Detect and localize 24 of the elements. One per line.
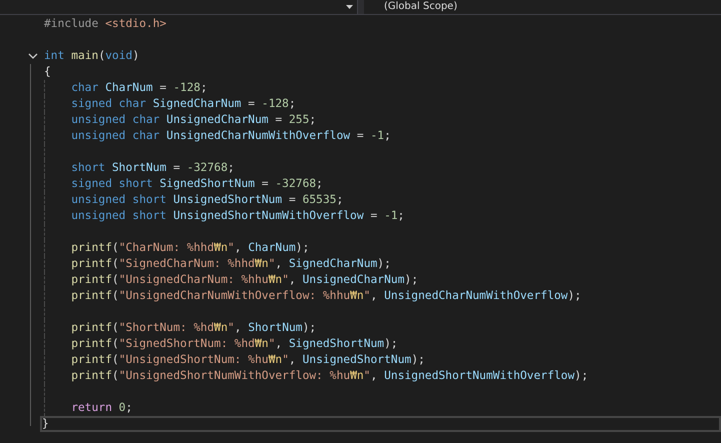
code-line: int main(void) <box>44 49 140 63</box>
code-line: } <box>42 417 49 431</box>
code-line: { <box>44 65 51 79</box>
code-line: unsigned char UnsignedCharNumWithOverflow = -1; <box>71 129 391 143</box>
caret-icon <box>346 5 353 9</box>
code-line: printf("UnsignedShortNumWithOverflow: %hu₩n", UnsignedShortNumWithOverflow); <box>71 369 588 383</box>
code-line: unsigned short UnsignedShortNum = 65535; <box>71 193 344 207</box>
code-line: signed char SignedCharNum = -128; <box>71 97 296 111</box>
code-line: printf("CharNum: %hhd₩n", CharNum); <box>71 241 310 255</box>
code-line: unsigned char UnsignedCharNum = 255; <box>71 113 316 127</box>
scope-dropdown[interactable]: (Global Scope) <box>364 0 721 14</box>
code-line: short ShortNum = -32768; <box>71 161 234 175</box>
code-line: printf("UnsignedShortNum: %hu₩n", UnsignedShortNum); <box>71 353 425 367</box>
code-line: printf("SignedShortNum: %hd₩n", SignedShortNum); <box>71 337 398 351</box>
code-line: signed short SignedShortNum = -32768; <box>71 177 323 191</box>
code-line: #include <stdio.h> <box>44 17 166 31</box>
fold-chevron-icon[interactable] <box>28 51 38 61</box>
code-line: printf("UnsignedCharNum: %hhu₩n", UnsignedCharNum); <box>71 273 418 287</box>
code-line: return 0; <box>71 401 132 415</box>
code-line: printf("ShortNum: %hd₩n", ShortNum); <box>71 321 316 335</box>
code-line: printf("UnsignedCharNumWithOverflow: %hhu₩n", UnsignedCharNumWithOverflow); <box>71 289 582 303</box>
code-line: printf("SignedCharNum: %hhd₩n", SignedCharNum); <box>71 257 391 271</box>
code-line: char CharNum = -128; <box>71 81 208 95</box>
code-line: unsigned short UnsignedShortNumWithOverflow = -1; <box>71 209 404 223</box>
